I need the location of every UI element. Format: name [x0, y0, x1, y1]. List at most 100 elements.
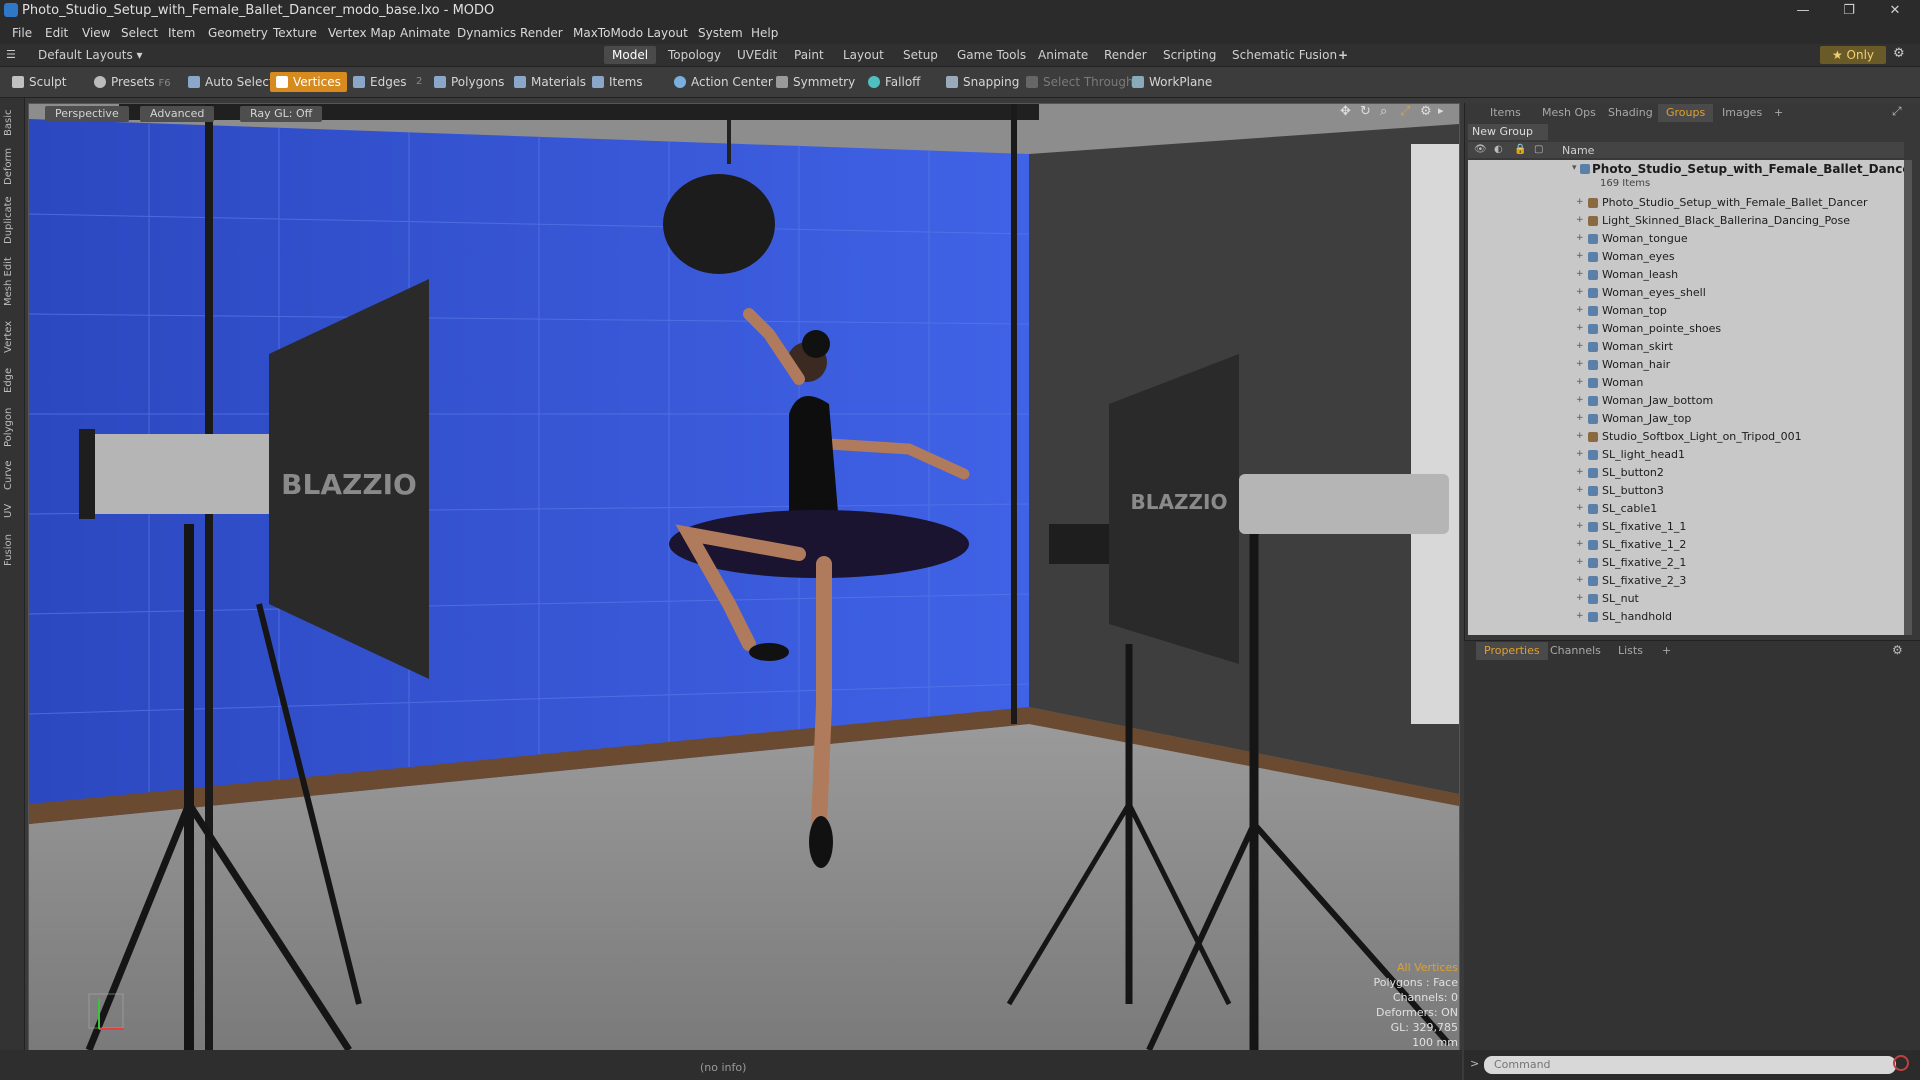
list-item[interactable]: + SL_button2	[1468, 464, 1904, 482]
menu-item[interactable]: Item	[168, 26, 195, 40]
expand-icon[interactable]: +	[1576, 251, 1584, 261]
list-item[interactable]: + SL_handhold	[1468, 608, 1904, 626]
list-item[interactable]: + SL_fixative_1_2	[1468, 536, 1904, 554]
tab-lists[interactable]: Lists	[1610, 642, 1651, 660]
expand-icon[interactable]: +	[1576, 611, 1584, 621]
add-panel-tab-icon[interactable]: +	[1766, 104, 1791, 122]
expand-icon[interactable]: +	[1576, 395, 1584, 405]
select-column-icon[interactable]: ▢	[1534, 144, 1543, 155]
close-icon[interactable]: ✕	[1872, 0, 1918, 22]
list-item[interactable]: + Woman_hair	[1468, 356, 1904, 374]
tab-shading[interactable]: Shading	[1600, 104, 1661, 122]
fit-view-icon[interactable]: ⤢	[1400, 104, 1410, 119]
list-item[interactable]: + Woman_skirt	[1468, 338, 1904, 356]
menu-animate[interactable]: Animate	[400, 26, 450, 40]
menu-texture[interactable]: Texture	[273, 26, 317, 40]
expand-icon[interactable]: +	[1576, 341, 1584, 351]
tab-groups[interactable]: Groups	[1658, 104, 1714, 122]
tab-channels[interactable]: Channels	[1542, 642, 1609, 660]
name-column-header[interactable]: Name	[1562, 144, 1594, 157]
record-icon[interactable]	[1893, 1055, 1909, 1071]
render-column-icon[interactable]: ◐	[1494, 144, 1503, 155]
viewport-raygl-tab[interactable]: Ray GL: Off	[240, 106, 323, 122]
list-item[interactable]: + Woman_top	[1468, 302, 1904, 320]
tab-polygon[interactable]: Polygon	[3, 403, 21, 451]
menu-edit[interactable]: Edit	[45, 26, 68, 40]
menu-maxtomodo[interactable]: MaxToModo	[573, 26, 643, 40]
move-view-icon[interactable]: ✥	[1340, 104, 1351, 119]
tab-uv[interactable]: UV	[3, 499, 21, 523]
list-item[interactable]: + Woman_eyes_shell	[1468, 284, 1904, 302]
auto-select-button[interactable]: Auto Select	[182, 72, 280, 92]
3d-viewport[interactable]: BLAZZIO BLAZZIO	[28, 103, 1460, 1051]
groups-item-list[interactable]: ▾ Photo_Studio_Setup_with_Female_Ballet_…	[1468, 160, 1904, 635]
materials-button[interactable]: Materials	[508, 72, 592, 92]
list-item[interactable]: + SL_cable1	[1468, 500, 1904, 518]
lock-column-icon[interactable]: 🔒	[1514, 144, 1526, 155]
list-item[interactable]: + Woman_eyes	[1468, 248, 1904, 266]
list-item[interactable]: + SL_fixative_2_3	[1468, 572, 1904, 590]
layout-menu-icon[interactable]: ☰	[6, 48, 16, 61]
command-input[interactable]	[1484, 1056, 1896, 1074]
tab-deform[interactable]: Deform	[3, 145, 21, 187]
viewport-advanced-tab[interactable]: Advanced	[140, 106, 215, 122]
menu-select[interactable]: Select	[121, 26, 158, 40]
expand-icon[interactable]: +	[1576, 413, 1584, 423]
expand-icon[interactable]: +	[1576, 521, 1584, 531]
list-item[interactable]: + SL_nut	[1468, 590, 1904, 608]
expand-icon[interactable]: +	[1576, 323, 1584, 333]
menu-vertex-map[interactable]: Vertex Map	[328, 26, 396, 40]
list-item[interactable]: + Woman_Jaw_bottom	[1468, 392, 1904, 410]
tab-fusion[interactable]: Fusion	[3, 529, 21, 571]
tab-properties[interactable]: Properties	[1476, 642, 1548, 660]
symmetry-button[interactable]: Symmetry	[770, 72, 861, 92]
menu-view[interactable]: View	[82, 26, 110, 40]
menu-render[interactable]: Render	[520, 26, 563, 40]
list-item[interactable]: + SL_fixative_1_1	[1468, 518, 1904, 536]
action-center-button[interactable]: Action Center	[668, 72, 779, 92]
expand-icon[interactable]: +	[1576, 233, 1584, 243]
list-item[interactable]: + Woman_pointe_shoes	[1468, 320, 1904, 338]
expand-icon[interactable]: +	[1576, 377, 1584, 387]
tab-render[interactable]: Render	[1096, 46, 1155, 64]
properties-gear-icon[interactable]: ⚙	[1892, 643, 1903, 657]
expand-icon[interactable]: +	[1576, 269, 1584, 279]
tab-uvedit[interactable]: UVEdit	[729, 46, 785, 64]
list-item[interactable]: + SL_fixative_2_1	[1468, 554, 1904, 572]
tab-layout[interactable]: Layout	[835, 46, 892, 64]
expand-icon[interactable]: +	[1576, 575, 1584, 585]
rotate-view-icon[interactable]: ↻	[1360, 104, 1371, 119]
add-tab-icon[interactable]: +	[1330, 46, 1356, 64]
tab-edge[interactable]: Edge	[3, 363, 21, 397]
list-item[interactable]: + SL_light_head1	[1468, 446, 1904, 464]
restore-icon[interactable]: ❐	[1826, 0, 1872, 22]
layout-preset-dropdown[interactable]: Default Layouts ▾	[30, 46, 151, 64]
falloff-button[interactable]: Falloff	[862, 72, 926, 92]
expand-icon[interactable]: +	[1576, 557, 1584, 567]
expand-icon[interactable]: +	[1576, 467, 1584, 477]
viewport-perspective-tab[interactable]: Perspective	[45, 106, 129, 122]
tab-images[interactable]: Images	[1714, 104, 1770, 122]
gear-icon[interactable]: ⚙	[1893, 46, 1905, 61]
tab-curve[interactable]: Curve	[3, 457, 21, 493]
tab-topology[interactable]: Topology	[660, 46, 729, 64]
expand-icon[interactable]: +	[1576, 593, 1584, 603]
tab-schematic-fusion[interactable]: Schematic Fusion	[1224, 46, 1345, 64]
list-item[interactable]: + SL_button3	[1468, 482, 1904, 500]
new-group-button[interactable]: New Group	[1468, 124, 1548, 140]
list-item[interactable]: + Photo_Studio_Setup_with_Female_Ballet_D…	[1468, 194, 1904, 212]
tab-basic[interactable]: Basic	[3, 105, 21, 141]
list-item[interactable]: + Woman	[1468, 374, 1904, 392]
expand-icon[interactable]: +	[1576, 215, 1584, 225]
expand-icon[interactable]: +	[1576, 431, 1584, 441]
list-item[interactable]: + Woman_Jaw_top	[1468, 410, 1904, 428]
snapping-button[interactable]: Snapping	[940, 72, 1025, 92]
edges-button[interactable]: Edges	[347, 72, 412, 92]
tab-paint[interactable]: Paint	[786, 46, 832, 64]
select-through-button[interactable]: Select Through	[1020, 72, 1140, 92]
zoom-view-icon[interactable]: ⌕	[1380, 104, 1387, 119]
list-item[interactable]: + Studio_Softbox_Light_on_Tripod_001	[1468, 428, 1904, 446]
presets-button[interactable]: Presets F6	[88, 72, 177, 92]
minimize-icon[interactable]: —	[1780, 0, 1826, 22]
tab-items-list[interactable]: Items	[1482, 104, 1529, 122]
